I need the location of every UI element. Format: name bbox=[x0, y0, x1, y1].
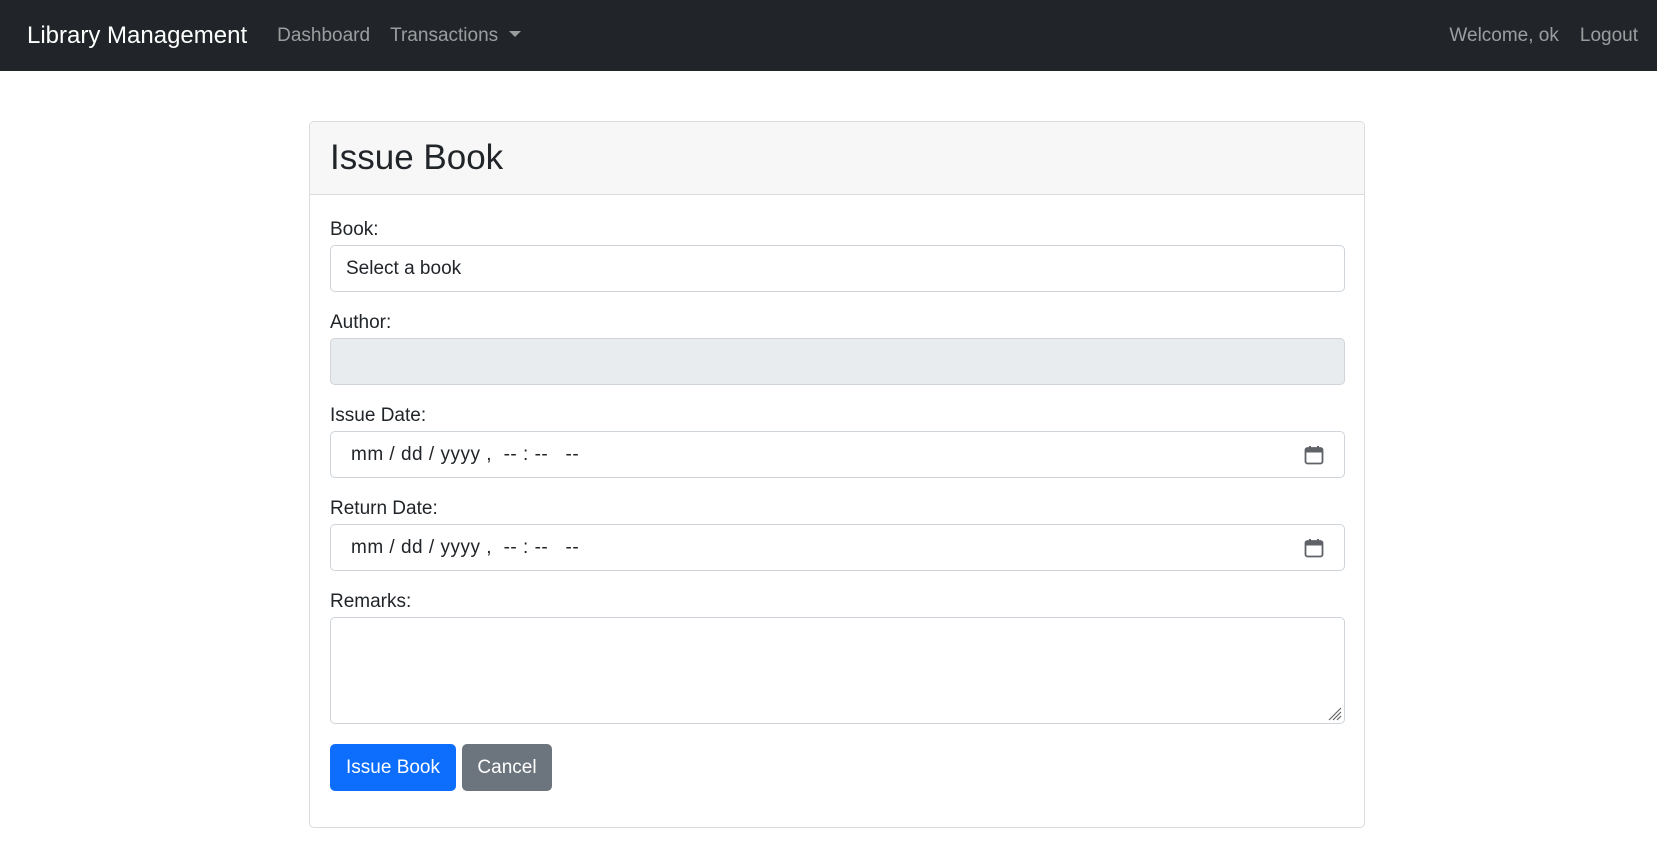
issue-date-label: Issue Date: bbox=[330, 405, 427, 426]
issue-book-card: Issue Book Book: Select a book Author: I… bbox=[309, 121, 1365, 828]
cancel-button[interactable]: Cancel bbox=[462, 744, 552, 791]
return-date-placeholder: mm / dd / yyyy , -- : -- -- bbox=[351, 536, 580, 558]
form-actions: Issue Book Cancel bbox=[330, 744, 1344, 791]
return-date-label: Return Date: bbox=[330, 498, 438, 519]
book-label: Book: bbox=[330, 219, 379, 240]
author-label: Author: bbox=[330, 312, 392, 333]
author-field bbox=[330, 338, 1345, 385]
issue-date-group: Issue Date: mm / dd / yyyy , -- : -- -- bbox=[330, 405, 1345, 478]
calendar-icon[interactable] bbox=[1304, 445, 1324, 465]
resize-handle-icon[interactable] bbox=[1326, 705, 1342, 721]
book-select[interactable]: Select a book bbox=[330, 245, 1345, 292]
nav-transactions-label: Transactions bbox=[390, 24, 499, 46]
nav-dashboard[interactable]: Dashboard bbox=[277, 25, 370, 47]
return-date-input[interactable]: mm / dd / yyyy , -- : -- -- bbox=[330, 524, 1345, 571]
remarks-label: Remarks: bbox=[330, 591, 412, 612]
caret-down-icon bbox=[509, 30, 522, 37]
brand-link[interactable]: Library Management bbox=[27, 22, 247, 50]
issue-date-input[interactable]: mm / dd / yyyy , -- : -- -- bbox=[330, 431, 1345, 478]
issue-book-button[interactable]: Issue Book bbox=[330, 744, 456, 791]
page-title: Issue Book bbox=[330, 138, 504, 177]
logout-link[interactable]: Logout bbox=[1580, 25, 1638, 47]
nav-right: Welcome, ok Logout bbox=[1449, 24, 1638, 47]
nav-transactions-dropdown[interactable]: Transactions bbox=[390, 24, 522, 47]
issue-date-placeholder: mm / dd / yyyy , -- : -- -- bbox=[351, 443, 580, 465]
book-select-value: Select a book bbox=[346, 257, 462, 279]
top-navbar: Library Management Dashboard Transaction… bbox=[0, 0, 1657, 71]
card-body: Book: Select a book Author: Issue Date: … bbox=[310, 195, 1364, 791]
book-group: Book: Select a book bbox=[330, 219, 1345, 292]
remarks-textarea[interactable] bbox=[330, 617, 1345, 724]
remarks-group: Remarks: bbox=[330, 591, 1345, 724]
calendar-icon[interactable] bbox=[1304, 538, 1324, 558]
card-header: Issue Book bbox=[310, 122, 1364, 195]
return-date-group: Return Date: mm / dd / yyyy , -- : -- -- bbox=[330, 498, 1345, 571]
author-group: Author: bbox=[330, 312, 1345, 385]
welcome-text: Welcome, ok bbox=[1449, 24, 1559, 46]
